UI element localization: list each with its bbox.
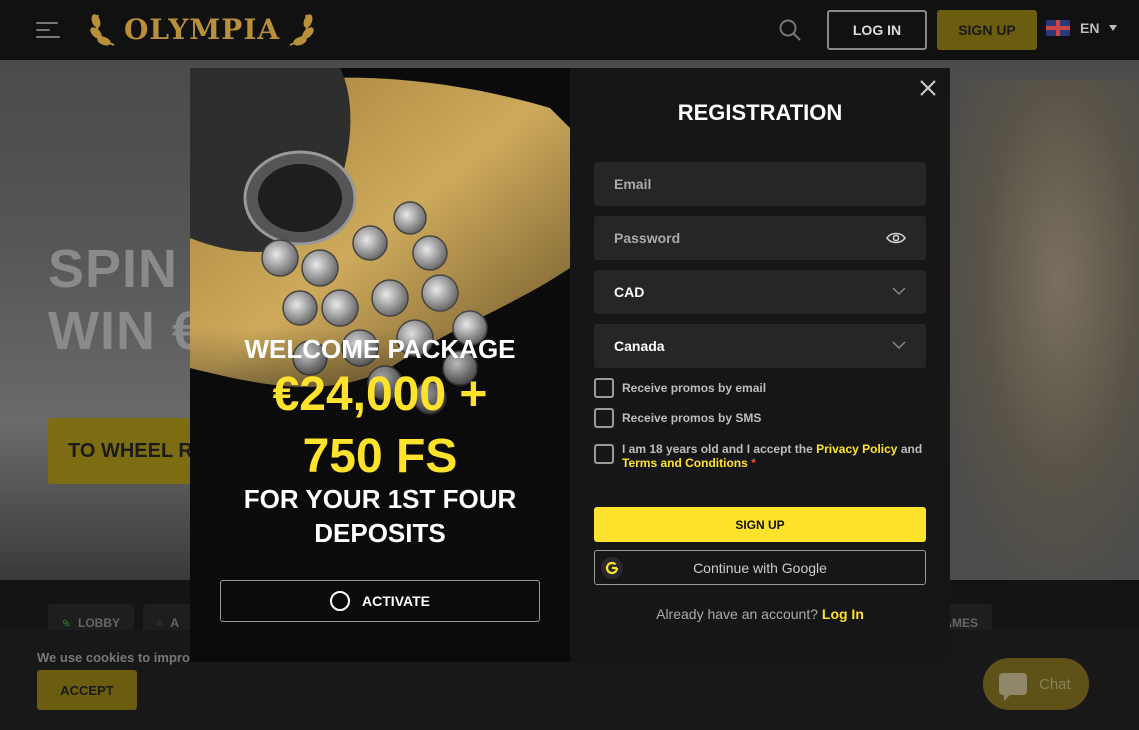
hero-title: SPIN WIN € [48,238,203,362]
terms-prefix: I am 18 years old and I accept the [622,442,817,456]
promo-sub-line1: FOR YOUR 1ST FOUR [243,484,517,514]
site-logo[interactable]: OLYMPIA [88,8,316,50]
promo-sub-line2: DEPOSITS [314,518,446,548]
modal-login-link[interactable]: Log In [822,606,864,622]
promo-amount-line2: 750 FS [302,430,458,483]
registration-title: REGISTRATION [677,100,843,125]
google-signin-button[interactable]: Continue with Google [594,550,926,585]
google-icon [601,557,623,579]
cookie-text: We use cookies to impro [37,650,190,665]
category-label: LOBBY [78,616,120,630]
country-value: Canada [614,338,665,354]
laurel-right-icon [289,14,314,46]
registration-modal: WELCOME PACKAGE €24,000 + 750 FS FOR YOU… [190,68,950,662]
currency-select[interactable]: CAD [594,270,926,314]
category-label: A [170,616,179,630]
terms-checkbox[interactable] [594,444,614,464]
laurel-left-icon [90,14,115,46]
top-header: OLYMPIA LOG IN SIGN UP EN [0,0,1139,60]
password-field[interactable] [594,216,926,260]
chat-button[interactable]: Chat [983,658,1089,710]
activate-bonus-button[interactable]: ACTIVATE [220,580,540,622]
promo-sms-checkbox[interactable] [594,408,614,428]
terms-checkbox-row: I am 18 years old and I accept the Priva… [594,442,926,470]
activate-label: ACTIVATE [362,593,430,609]
currency-value: CAD [614,284,645,300]
uk-flag-icon [1046,20,1070,36]
header-signup-button[interactable]: SIGN UP [937,10,1037,50]
terms-and: and [897,442,923,456]
close-icon[interactable] [918,78,938,98]
country-select[interactable]: Canada [594,324,926,368]
promo-email-checkbox[interactable] [594,378,614,398]
have-account-prefix: Already have an account? [656,606,822,622]
chevron-down-icon [1109,25,1118,31]
welcome-promo-panel: WELCOME PACKAGE €24,000 + 750 FS FOR YOU… [190,68,570,662]
goddess-illustration [940,80,1139,580]
language-selector[interactable]: EN [1046,20,1118,36]
privacy-policy-link[interactable]: Privacy Policy [816,442,897,456]
registration-form-panel: REGISTRATION CAD Canada [570,68,950,662]
language-label: EN [1080,20,1100,36]
radio-icon [330,591,351,611]
header-login-button[interactable]: LOG IN [827,10,927,50]
have-account-text: Already have an account? Log In [570,606,950,622]
hero-title-line2: WIN € [48,301,204,361]
page: OLYMPIA LOG IN SIGN UP EN SPIN WIN € TO … [0,0,1139,730]
hero-title-line1: SPIN [48,239,179,299]
chat-label: Chat [1039,675,1071,693]
search-icon[interactable] [778,18,802,42]
email-field[interactable] [594,162,926,206]
logo-text: OLYMPIA [124,12,281,46]
chevron-down-icon [892,287,906,296]
email-input[interactable] [614,176,874,192]
cookie-accept-button[interactable]: ACCEPT [37,670,137,710]
promo-amount-line1: €24,000 + [272,368,488,421]
signup-submit-button[interactable]: SIGN UP [594,507,926,542]
promo-subtitle: FOR YOUR 1ST FOUR DEPOSITS [190,482,570,550]
required-mark: * [747,456,756,470]
password-input[interactable] [614,230,874,246]
promo-email-label: Receive promos by email [622,381,767,395]
promo-title: WELCOME PACKAGE [244,334,516,364]
google-label: Continue with Google [693,559,827,576]
promo-sms-checkbox-row: Receive promos by SMS [594,408,926,428]
hamburger-menu-icon[interactable] [36,22,60,38]
promo-email-checkbox-row: Receive promos by email [594,378,926,398]
terms-conditions-link[interactable]: Terms and Conditions [622,456,748,470]
chevron-down-icon [892,341,906,350]
promo-sms-label: Receive promos by SMS [622,411,762,425]
chat-bubble-icon [999,673,1027,701]
terms-label: I am 18 years old and I accept the Priva… [622,442,922,470]
promo-amount: €24,000 + 750 FS [190,364,570,488]
eye-icon[interactable] [886,230,906,246]
